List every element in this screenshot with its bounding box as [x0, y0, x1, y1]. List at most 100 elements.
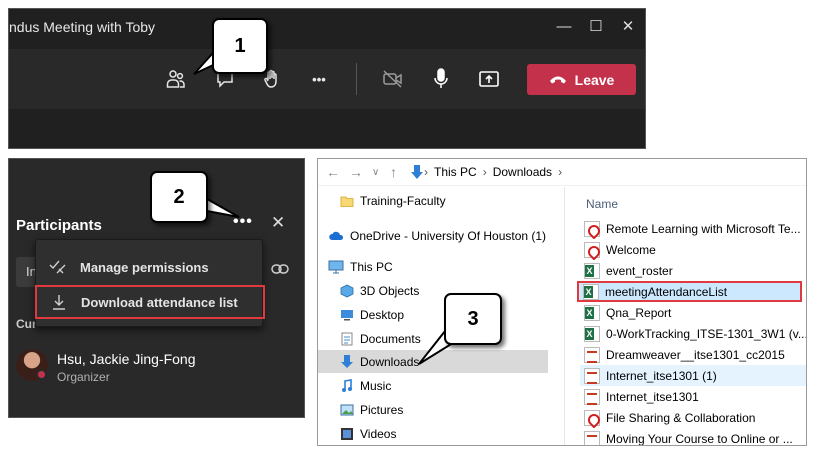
file-row[interactable]: Dreamweaver__itse1301_cc2015	[580, 344, 806, 365]
file-name: Qna_Report	[606, 305, 672, 320]
file-name: 0-WorkTracking_ITSE-1301_3W1 (v...	[606, 326, 807, 341]
hang-up-icon	[549, 76, 566, 83]
share-screen-button[interactable]	[473, 63, 505, 95]
onedrive-icon	[328, 230, 344, 242]
callout-1-number: 1	[234, 34, 246, 57]
excel-file-icon	[584, 262, 600, 279]
callout-2-number: 2	[173, 185, 185, 208]
file-row[interactable]: Internet_itse1301 (1)	[580, 365, 806, 386]
tree-item-label: Desktop	[360, 307, 405, 322]
pc-icon	[328, 260, 344, 274]
tree-item-label: Music	[360, 378, 392, 393]
permissions-icon	[36, 259, 80, 275]
forward-arrow-icon[interactable]: →	[349, 164, 363, 180]
close-panel-button[interactable]: ✕	[271, 213, 285, 233]
file-name: Dreamweaver__itse1301_cc2015	[606, 347, 785, 362]
name-column-header[interactable]: Name	[586, 197, 618, 211]
document-file-icon	[584, 367, 600, 384]
breadcrumb-item[interactable]: Downloads	[493, 165, 552, 179]
tree-item-label: Documents	[360, 331, 421, 346]
toolbar-divider	[356, 63, 357, 95]
back-arrow-icon[interactable]: ←	[326, 164, 340, 180]
up-arrow-icon[interactable]: ↑	[390, 164, 397, 180]
copy-link-icon[interactable]	[271, 263, 289, 275]
manage-permissions-label: Manage permissions	[80, 259, 209, 275]
leave-label: Leave	[574, 71, 615, 88]
file-name: Remote Learning with Microsoft Te...	[606, 221, 801, 236]
file-row[interactable]: Remote Learning with Microsoft Te...	[580, 218, 806, 239]
file-row[interactable]: Moving Your Course to Online or ...	[580, 428, 806, 445]
file-row[interactable]: event_roster	[580, 260, 806, 281]
participants-button[interactable]	[160, 63, 192, 95]
tree-item[interactable]: Pictures	[318, 398, 548, 421]
presence-status-icon	[36, 369, 47, 380]
pane-divider[interactable]	[564, 187, 565, 445]
participant-role: Organizer	[57, 370, 110, 384]
tree-item-label: OneDrive - University Of Houston (1)	[350, 228, 547, 243]
participant-name[interactable]: Hsu, Jackie Jing-Fong	[57, 351, 196, 367]
tree-item[interactable]: 3D Objects	[318, 279, 548, 302]
documents-icon	[340, 332, 354, 346]
tree-item[interactable]: Music	[318, 374, 548, 397]
tree-item[interactable]: OneDrive - University Of Houston (1)	[318, 224, 548, 247]
file-list: Name Remote Learning with Microsoft Te..…	[577, 187, 807, 445]
tree-item-label: Videos	[360, 426, 397, 441]
tree-item[interactable]: This PC	[318, 255, 548, 278]
file-row[interactable]: Internet_itse1301	[580, 386, 806, 407]
file-name: Internet_itse1301	[606, 389, 699, 404]
currently-in-meeting-label: Cur	[16, 317, 37, 331]
document-file-icon	[584, 388, 600, 405]
download-attendance-menu-item[interactable]: Download attendance list	[35, 285, 265, 319]
callout-2-pointer	[206, 197, 240, 218]
pictures-icon	[340, 404, 354, 416]
file-row[interactable]: 0-WorkTracking_ITSE-1301_3W1 (v...	[580, 323, 807, 344]
leave-button[interactable]: Leave	[527, 64, 636, 95]
camera-off-icon	[383, 70, 402, 88]
downloads-location-icon	[411, 165, 423, 179]
downloads-icon	[340, 354, 354, 369]
file-name: Welcome	[606, 242, 656, 257]
tree-item[interactable]: Training-Faculty	[318, 189, 548, 212]
file-row[interactable]: Qna_Report	[580, 302, 806, 323]
download-icon	[37, 294, 81, 310]
maximize-icon[interactable]: ☐	[584, 15, 608, 39]
tree-item-label: This PC	[350, 259, 393, 274]
camera-toggle-button[interactable]	[377, 63, 409, 95]
meeting-title: ndus Meeting with Toby	[9, 19, 156, 35]
file-name: Internet_itse1301 (1)	[606, 368, 717, 383]
breadcrumb-item[interactable]: This PC	[434, 165, 477, 179]
breadcrumb-separator-icon: ›	[424, 165, 428, 179]
tree-item-label: Downloads	[360, 354, 420, 369]
callout-3: 3	[444, 293, 502, 345]
more-actions-button[interactable]: •••	[303, 63, 335, 95]
tree-item-label: Training-Faculty	[360, 193, 446, 208]
file-name: File Sharing & Collaboration	[606, 410, 756, 425]
address-bar: ← → ∨ ↑ › This PC › Downloads ›	[318, 159, 806, 186]
excel-file-icon	[584, 325, 600, 342]
3d-objects-icon	[340, 284, 354, 298]
excel-file-icon	[584, 304, 600, 321]
tree-item-label: 3D Objects	[360, 283, 420, 298]
callout-2: 2	[150, 171, 208, 223]
folder-icon	[340, 194, 354, 208]
tree-item[interactable]: Videos	[318, 422, 548, 445]
file-row-selected[interactable]: meetingAttendanceList	[577, 281, 802, 302]
meeting-controls-bar: ••• Leave	[9, 49, 645, 109]
share-screen-icon	[479, 71, 499, 87]
people-icon	[166, 70, 185, 88]
microphone-button[interactable]	[425, 63, 457, 95]
breadcrumb: › This PC › Downloads ›	[424, 165, 562, 179]
close-window-icon[interactable]: ✕	[616, 15, 640, 39]
file-row[interactable]: File Sharing & Collaboration	[580, 407, 806, 428]
pdf-file-icon	[584, 241, 600, 258]
navigation-pane: Training-Faculty OneDrive - University O…	[318, 187, 558, 445]
manage-permissions-menu-item[interactable]: Manage permissions	[36, 250, 264, 284]
file-row[interactable]: Welcome	[580, 239, 806, 260]
recent-locations-chevron-icon[interactable]: ∨	[372, 167, 379, 178]
excel-file-icon	[583, 283, 599, 300]
callout-1: 1	[212, 18, 268, 74]
minimize-icon[interactable]: —	[552, 15, 576, 39]
microphone-icon	[434, 68, 448, 88]
download-attendance-label: Download attendance list	[81, 294, 238, 310]
breadcrumb-separator-icon: ›	[482, 165, 487, 179]
